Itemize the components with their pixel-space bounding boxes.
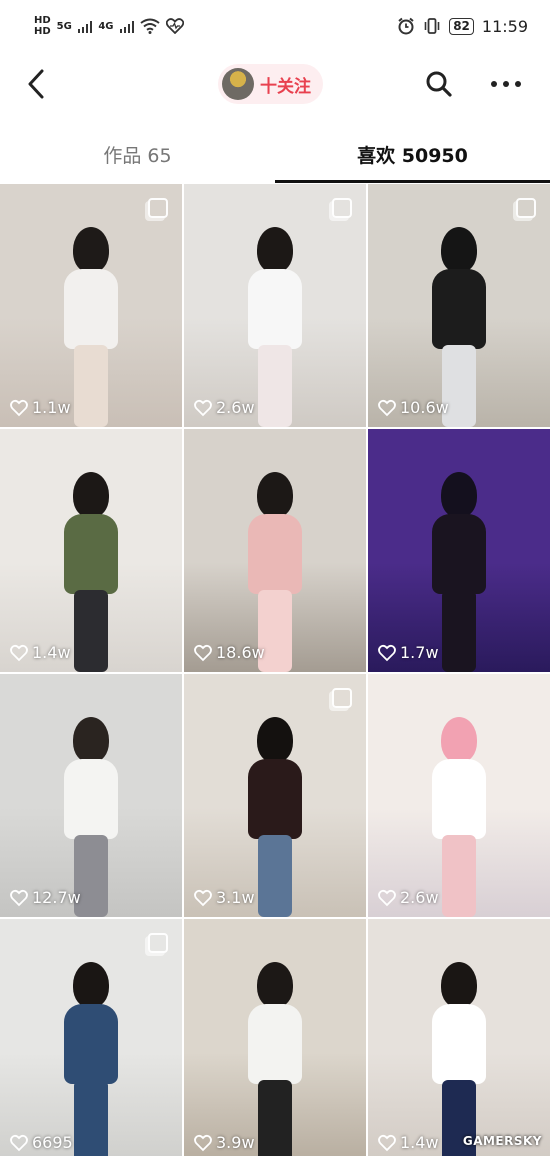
thumbnail-figure	[240, 227, 310, 427]
heart-icon	[194, 1134, 212, 1151]
tab-likes-label: 喜欢 50950	[357, 144, 468, 167]
multi-image-icon	[148, 198, 168, 218]
wifi-icon	[140, 18, 160, 34]
like-count: 1.7w	[378, 643, 439, 662]
like-count: 3.1w	[194, 888, 255, 907]
multi-image-icon	[332, 688, 352, 708]
thumbnail-figure	[240, 472, 310, 672]
like-count-value: 1.7w	[400, 643, 439, 662]
more-options-icon[interactable]	[488, 69, 524, 99]
video-thumbnail[interactable]: 18.6w	[184, 429, 366, 672]
tab-works-label: 作品 65	[103, 144, 172, 167]
status-bar: HD HD 5G 4G 82 11:59	[0, 0, 550, 52]
battery-level: 82	[449, 17, 474, 35]
tab-likes[interactable]: 喜欢 50950	[275, 125, 550, 183]
video-thumbnail[interactable]: 1.4w	[368, 919, 550, 1156]
like-count: 1.4w	[10, 643, 71, 662]
like-count-value: 6695	[32, 1133, 73, 1152]
heart-icon	[378, 399, 396, 416]
vibrate-icon	[424, 18, 440, 34]
like-count: 12.7w	[10, 888, 81, 907]
thumbnail-figure	[424, 472, 494, 672]
thumbnail-figure	[424, 227, 494, 427]
like-count: 18.6w	[194, 643, 265, 662]
alarm-icon	[398, 17, 414, 35]
video-thumbnail[interactable]: 2.6w	[184, 184, 366, 427]
like-count-value: 1.4w	[32, 643, 71, 662]
like-count: 1.4w	[378, 1133, 439, 1152]
like-count: 2.6w	[378, 888, 439, 907]
watermark: GAMERSKY	[462, 1134, 542, 1148]
signal2-icon	[119, 20, 135, 33]
tab-works[interactable]: 作品 65	[0, 125, 275, 183]
like-count-value: 1.1w	[32, 398, 71, 417]
heart-icon	[378, 644, 396, 661]
thumbnail-figure	[424, 717, 494, 917]
video-thumbnail[interactable]: 3.1w	[184, 674, 366, 917]
multi-image-icon	[148, 933, 168, 953]
heart-icon	[10, 644, 28, 661]
heart-icon	[194, 889, 212, 906]
profile-tabs: 作品 65 喜欢 50950	[0, 125, 550, 183]
follow-button[interactable]: 十关注	[260, 72, 311, 97]
multi-image-icon	[332, 198, 352, 218]
video-thumbnail[interactable]: 6695	[0, 919, 182, 1156]
like-count-value: 2.6w	[216, 398, 255, 417]
video-grid: 1.1w 2.6w 10.6w 1.4w 18.6w 1.7w 12.7w 3.…	[0, 184, 550, 1156]
heart-icon	[378, 1134, 396, 1151]
like-count-value: 3.9w	[216, 1133, 255, 1152]
video-thumbnail[interactable]: 1.1w	[0, 184, 182, 427]
like-count-value: 12.7w	[32, 888, 81, 907]
multi-image-icon	[516, 198, 536, 218]
avatar[interactable]	[222, 68, 254, 100]
thumbnail-figure	[424, 962, 494, 1156]
heart-icon	[10, 889, 28, 906]
network1-label: 5G	[56, 20, 72, 32]
like-count-value: 2.6w	[400, 888, 439, 907]
video-thumbnail[interactable]: 12.7w	[0, 674, 182, 917]
like-count-value: 10.6w	[400, 398, 449, 417]
clock: 11:59	[481, 16, 528, 36]
video-thumbnail[interactable]: 10.6w	[368, 184, 550, 427]
network2-label: 4G	[98, 20, 114, 32]
sim2-label: HD	[34, 26, 51, 37]
heart-icon	[194, 644, 212, 661]
signal1-icon	[77, 20, 93, 33]
like-count-value: 3.1w	[216, 888, 255, 907]
like-count: 6695	[10, 1133, 73, 1152]
thumbnail-figure	[56, 962, 126, 1156]
like-count: 2.6w	[194, 398, 255, 417]
status-bar-right: 82 11:59	[397, 17, 528, 36]
follow-chip[interactable]: 十关注	[218, 64, 323, 104]
back-icon[interactable]	[22, 67, 52, 101]
heart-icon	[10, 1134, 28, 1151]
search-icon[interactable]	[424, 69, 454, 99]
like-count-value: 18.6w	[216, 643, 265, 662]
thumbnail-figure	[56, 227, 126, 427]
health-heart-icon	[166, 18, 185, 34]
thumbnail-figure	[240, 717, 310, 917]
sim1-label: HD	[34, 15, 51, 26]
like-count: 10.6w	[378, 398, 449, 417]
heart-icon	[194, 399, 212, 416]
video-thumbnail[interactable]: 1.7w	[368, 429, 550, 672]
thumbnail-figure	[240, 962, 310, 1156]
status-bar-left: HD HD 5G 4G	[34, 15, 185, 37]
like-count: 1.1w	[10, 398, 71, 417]
top-nav: 十关注	[0, 55, 550, 113]
heart-icon	[378, 889, 396, 906]
thumbnail-figure	[56, 717, 126, 917]
video-thumbnail[interactable]: 3.9w	[184, 919, 366, 1156]
like-count: 3.9w	[194, 1133, 255, 1152]
thumbnail-figure	[56, 472, 126, 672]
like-count-value: 1.4w	[400, 1133, 439, 1152]
heart-icon	[10, 399, 28, 416]
video-thumbnail[interactable]: 2.6w	[368, 674, 550, 917]
video-thumbnail[interactable]: 1.4w	[0, 429, 182, 672]
